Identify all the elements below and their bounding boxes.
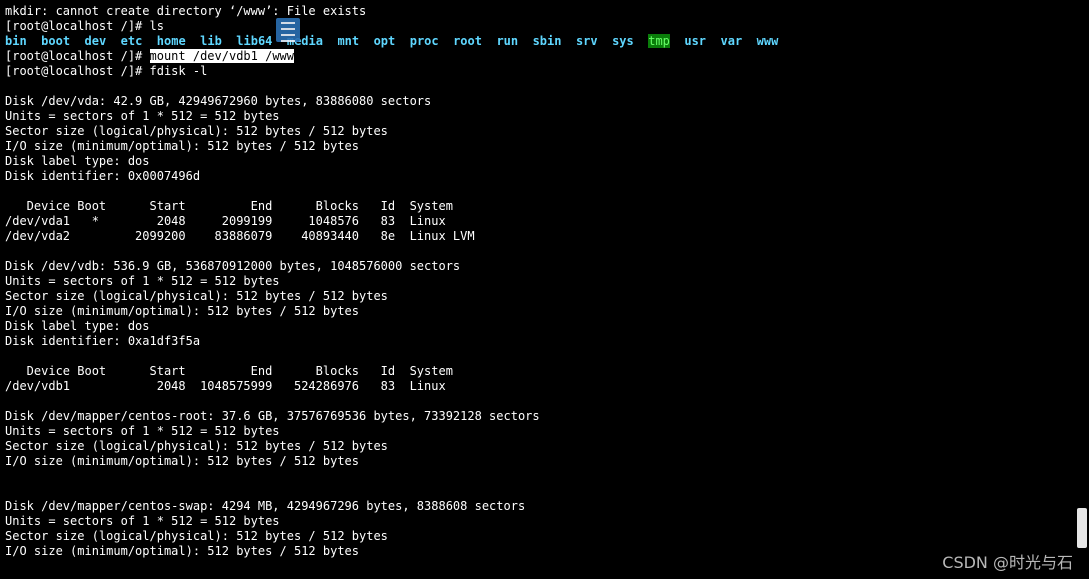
terminal-line: Units = sectors of 1 * 512 = 512 bytes [5,109,280,123]
terminal-line: I/O size (minimum/optimal): 512 bytes / … [5,454,360,468]
terminal-line: I/O size (minimum/optimal): 512 bytes / … [5,544,360,558]
terminal-line: /dev/vda1 * 2048 2099199 1048576 83 Linu… [5,214,446,228]
terminal-line: Disk /dev/vda: 42.9 GB, 42949672960 byte… [5,94,432,108]
terminal-line: /dev/vdb1 2048 1048575999 524286976 83 L… [5,379,446,393]
terminal-line: mkdir: cannot create directory ‘/www’: F… [5,4,367,18]
terminal-line: [root@localhost /]# mount /dev/vdb1 /www [5,49,1073,64]
ls-entry-dev: dev [84,34,107,48]
ls-entry-tmp: tmp [648,34,670,48]
terminal-line: Device Boot Start End Blocks Id System [5,364,453,378]
terminal-line: Device Boot Start End Blocks Id System [5,199,453,213]
terminal-line: Disk identifier: 0x0007496d [5,169,201,183]
ls-entry-mnt: mnt [337,34,360,48]
terminal-line: Units = sectors of 1 * 512 = 512 bytes [5,274,280,288]
terminal-line: [root@localhost /]# fdisk -l [5,64,208,78]
ls-entry-proc: proc [409,34,439,48]
terminal-line: I/O size (minimum/optimal): 512 bytes / … [5,304,360,318]
terminal-line: Disk /dev/mapper/centos-root: 37.6 GB, 3… [5,409,540,423]
ls-entry-bin: bin [5,34,27,48]
ls-entry-boot: boot [41,34,71,48]
ls-entry-opt: opt [373,34,396,48]
terminal-line: Sector size (logical/physical): 512 byte… [5,289,388,303]
ls-entry-var: var [720,34,743,48]
ls-entry-sys: sys [612,34,634,48]
terminal-line: [root@localhost /]# ls [5,19,164,33]
prompt: [root@localhost /]# [5,49,150,63]
ls-entry-www: www [756,34,779,48]
ls-entry-lib: lib [200,34,222,48]
ls-entry-lib64: lib64 [236,34,273,48]
scrollbar-thumb[interactable] [1077,508,1087,548]
terminal-line: Units = sectors of 1 * 512 = 512 bytes [5,514,280,528]
terminal-line: Disk label type: dos [5,319,150,333]
terminal-line: Sector size (logical/physical): 512 byte… [5,439,388,453]
watermark: CSDN @时光与石 [942,553,1073,572]
scrollbar[interactable] [1075,0,1089,579]
ls-entry-srv: srv [575,34,598,48]
ls-entry-home: home [156,34,186,48]
ls-entry-usr: usr [684,34,707,48]
terminal-line: Disk label type: dos [5,154,150,168]
terminal-line: Disk identifier: 0xa1df3f5a [5,334,201,348]
selected-command[interactable]: mount /dev/vdb1 /www [149,49,294,63]
terminal-line: bin boot dev etc home lib lib64 media mn… [5,34,1073,49]
terminal-line: Disk /dev/vdb: 536.9 GB, 536870912000 by… [5,259,461,273]
terminal-line: I/O size (minimum/optimal): 512 bytes / … [5,139,360,153]
document-list-icon[interactable] [276,18,300,42]
ls-entry-sbin: sbin [532,34,562,48]
ls-entry-etc: etc [120,34,143,48]
terminal-line: /dev/vda2 2099200 83886079 40893440 8e L… [5,229,475,243]
terminal-line: Sector size (logical/physical): 512 byte… [5,529,388,543]
terminal-line: Disk /dev/mapper/centos-swap: 4294 MB, 4… [5,499,526,513]
ls-entry-root: root [453,34,482,48]
terminal-output[interactable]: mkdir: cannot create directory ‘/www’: F… [5,4,1073,575]
ls-entry-run: run [496,34,519,48]
terminal-line: Sector size (logical/physical): 512 byte… [5,124,388,138]
terminal-line: Units = sectors of 1 * 512 = 512 bytes [5,424,280,438]
